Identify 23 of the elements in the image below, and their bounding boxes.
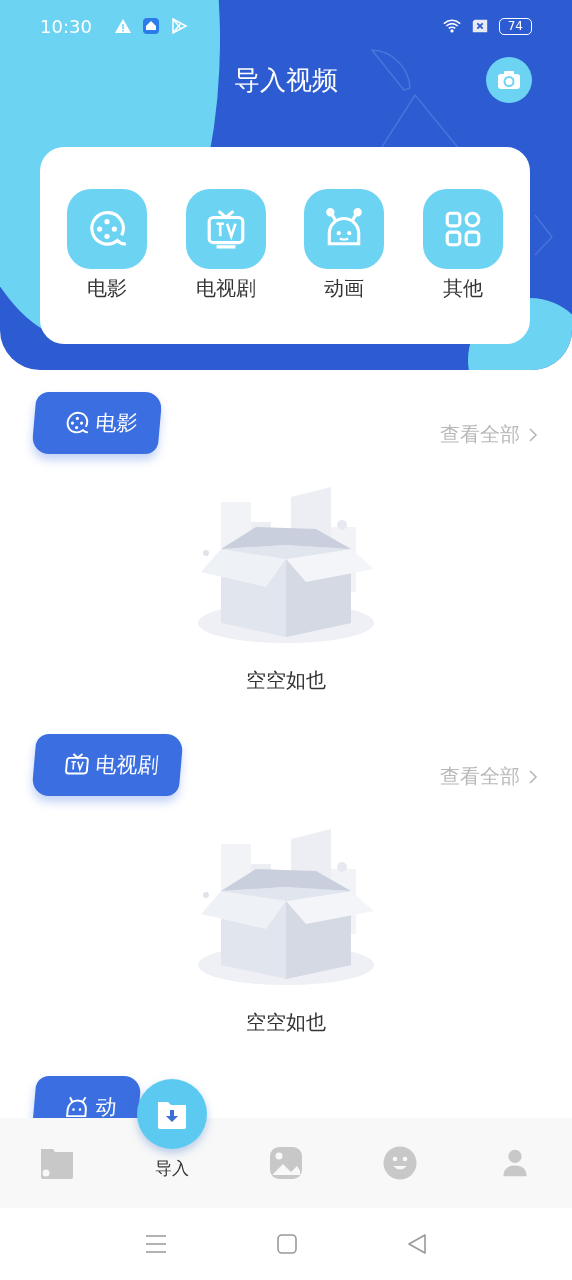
status-time: 10:30 [40, 15, 92, 37]
sim-icon [470, 17, 489, 35]
section-title: 动 [94, 1094, 119, 1118]
section-title: 电视剧 [94, 752, 161, 779]
camera-icon [497, 70, 521, 90]
home-button-icon[interactable] [277, 1234, 297, 1254]
back-icon[interactable] [407, 1234, 427, 1254]
section-title: 电影 [94, 410, 140, 437]
tab-button[interactable]: 导入 [131, 1079, 212, 1207]
folder-icon [40, 1146, 75, 1180]
smiley-icon [383, 1146, 418, 1180]
empty-message: 空空如也 [246, 667, 326, 694]
chevron-right-icon [528, 426, 538, 443]
warning-icon [113, 17, 132, 35]
empty-message: 空空如也 [246, 1009, 326, 1036]
page-title: 导入视频 [234, 63, 338, 97]
wifi-icon [442, 17, 461, 35]
camera-button[interactable] [486, 57, 532, 103]
chevron-right-icon [528, 768, 538, 785]
image-icon [268, 1146, 303, 1180]
battery-icon: 74 [498, 17, 532, 35]
play-store-icon [169, 17, 188, 35]
menu-icon[interactable] [145, 1234, 167, 1254]
